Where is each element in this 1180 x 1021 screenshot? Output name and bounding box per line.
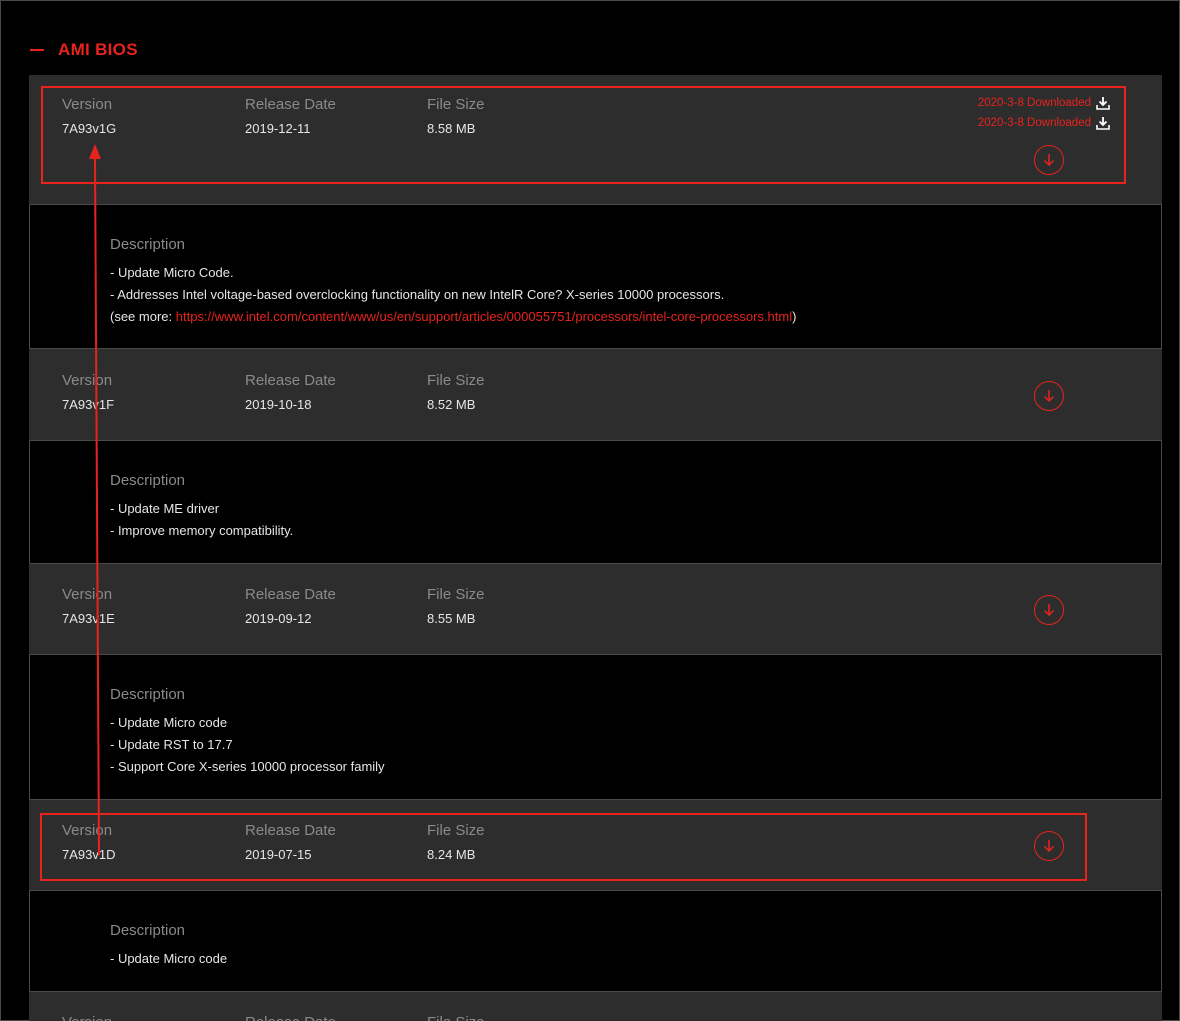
file-size-label: File Size	[427, 372, 485, 389]
description-panel: Description - Update Micro Code. - Addre…	[29, 204, 1162, 349]
release-date-label: Release Date	[245, 96, 336, 113]
download-circle-icon	[1043, 604, 1055, 617]
download-button[interactable]	[1034, 831, 1064, 861]
file-size-label: File Size	[427, 822, 485, 839]
release-date-label: Release Date	[245, 586, 336, 603]
description-label: Description	[110, 686, 186, 703]
download-history-item: 2020-3-8 Downloaded	[978, 93, 1110, 113]
download-button[interactable]	[1034, 595, 1064, 625]
release-date-label: Release Date	[245, 822, 336, 839]
version-label: Version	[62, 822, 113, 839]
version-label: Version	[62, 96, 113, 113]
download-history-text: 2020-3-8 Downloaded	[977, 117, 1091, 129]
description-panel: Description - Update Micro code	[29, 890, 1162, 992]
release-date-value: 2019-09-12	[245, 611, 312, 626]
version-label: Version	[62, 586, 113, 603]
bios-entry-row: Version Release Date File Size	[29, 992, 1162, 1021]
release-date-value: 2019-12-11	[245, 121, 311, 136]
version-value: 7A93v1F	[62, 397, 115, 412]
version-value: 7A93v1G	[62, 121, 117, 136]
description-line: - Addresses Intel voltage-based overcloc…	[110, 287, 725, 302]
bios-entry-row: Version 7A93v1F Release Date 2019-10-18 …	[29, 349, 1162, 440]
version-label: Version	[62, 372, 113, 389]
description-line: - Support Core X-series 10000 processor …	[110, 759, 385, 774]
description-line: - Update Micro code	[110, 715, 228, 730]
file-size-value: 8.55 MB	[427, 611, 476, 626]
bios-entry-row: Version 7A93v1E Release Date 2019-09-12 …	[29, 564, 1162, 654]
release-date-value: 2019-07-15	[245, 847, 312, 862]
version-value: 7A93v1D	[62, 847, 116, 862]
bios-entry-row: Version 7A93v1D Release Date 2019-07-15 …	[29, 800, 1162, 890]
file-size-label: File Size	[427, 96, 485, 113]
download-history: 2020-3-8 Downloaded 2020-3-8 Downloaded	[978, 93, 1110, 133]
file-size-label: File Size	[427, 586, 485, 603]
release-date-label: Release Date	[245, 1014, 336, 1021]
bios-list: Version 7A93v1G Release Date 2019-12-11 …	[29, 75, 1162, 1021]
see-more-suffix: )	[792, 309, 797, 324]
description-line: - Update Micro Code.	[110, 265, 234, 280]
release-date-value: 2019-10-18	[245, 397, 312, 412]
download-history-text: 2020-3-8 Downloaded	[977, 97, 1091, 109]
see-more-prefix: (see more:	[110, 309, 176, 324]
description-panel: Description - Update Micro code - Update…	[29, 654, 1162, 800]
description-label: Description	[110, 472, 186, 489]
release-date-label: Release Date	[245, 372, 336, 389]
intel-support-link[interactable]: https://www.intel.com/content/www/us/en/…	[176, 309, 792, 324]
description-line: - Update ME driver	[110, 501, 220, 516]
description-line: - Update Micro code	[110, 951, 228, 966]
download-button[interactable]	[1034, 145, 1064, 175]
description-line: - Improve memory compatibility.	[110, 523, 294, 538]
description-label: Description	[110, 922, 186, 939]
description-panel: Description - Update ME driver - Improve…	[29, 440, 1162, 564]
download-tray-icon	[1096, 97, 1110, 110]
description-line: - Update RST to 17.7	[110, 737, 233, 752]
bios-entry-row: Version 7A93v1G Release Date 2019-12-11 …	[29, 75, 1162, 204]
minus-icon[interactable]	[30, 49, 44, 51]
section-title: AMI BIOS	[58, 40, 138, 59]
see-more-line: (see more: https://www.intel.com/content…	[110, 306, 796, 328]
download-circle-icon	[1043, 390, 1055, 403]
download-button[interactable]	[1034, 381, 1064, 411]
download-history-item: 2020-3-8 Downloaded	[978, 113, 1110, 133]
file-size-value: 8.24 MB	[427, 847, 476, 862]
section-header[interactable]: AMI BIOS	[30, 38, 138, 62]
file-size-value: 8.52 MB	[427, 397, 476, 412]
file-size-value: 8.58 MB	[427, 121, 476, 136]
download-circle-icon	[1043, 154, 1055, 167]
description-label: Description	[110, 236, 186, 253]
version-value: 7A93v1E	[62, 611, 115, 626]
version-label: Version	[62, 1014, 112, 1021]
download-circle-icon	[1043, 840, 1055, 853]
file-size-label: File Size	[427, 1014, 485, 1021]
download-tray-icon	[1096, 117, 1110, 130]
